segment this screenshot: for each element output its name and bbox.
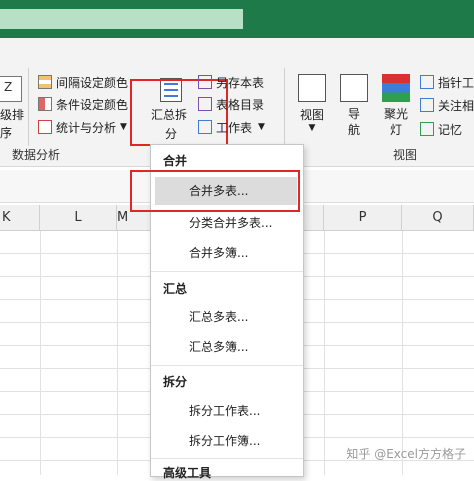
memory-button[interactable]: 记忆: [420, 119, 462, 139]
menu-separator: [151, 365, 303, 366]
worksheet-label: 工作表: [216, 120, 253, 135]
navigate-label: 导航: [347, 107, 360, 137]
chevron-down-icon: ▼: [308, 123, 316, 133]
column-header-k[interactable]: K: [0, 205, 40, 231]
sort-icon-letter: Z: [4, 80, 13, 94]
condition-color-label: 条件设定颜色: [56, 97, 129, 112]
sheet-index-icon: [198, 97, 212, 111]
column-header-l[interactable]: L: [40, 205, 117, 231]
sort-icon: Z: [0, 76, 22, 102]
title-search-box[interactable]: [0, 9, 243, 29]
column-header-q[interactable]: Q: [402, 205, 474, 231]
column-header-p[interactable]: P: [324, 205, 402, 231]
chevron-down-icon: ▼: [120, 122, 127, 132]
ribbon-separator: [284, 68, 285, 146]
menu-header-summary: 汇总: [163, 282, 188, 296]
stats-icon: [38, 120, 52, 134]
watermark: 知乎 @Excel方方格子: [346, 447, 466, 461]
focus-button[interactable]: 关注相: [420, 95, 474, 115]
split-sheet-item[interactable]: 拆分工作表...: [151, 397, 303, 425]
stats-analysis-label: 统计与分析: [56, 120, 117, 135]
data-analysis-group-label: 数据分析: [12, 148, 61, 162]
condition-color-icon: [38, 97, 52, 111]
summary-workbooks-item[interactable]: 汇总多簿...: [151, 333, 303, 361]
pointer-tool-label: 指针工: [438, 75, 474, 90]
ribbon-separator: [28, 68, 29, 146]
chevron-down-icon: ▼: [258, 122, 265, 132]
view-group-label: 视图: [393, 148, 418, 162]
interval-color-label: 间隔设定颜色: [56, 75, 129, 90]
category-merge-item[interactable]: 分类合并多表...: [151, 209, 303, 237]
condition-color-button[interactable]: 条件设定颜色: [38, 94, 128, 114]
focus-label: 关注相: [438, 98, 474, 113]
column-header-n[interactable]: [302, 205, 324, 231]
grid-line: [324, 231, 325, 475]
spotlight-button[interactable]: 聚光灯: [380, 74, 412, 138]
worksheet-button[interactable]: 工作表 ▼: [198, 117, 265, 137]
memory-label: 记忆: [438, 122, 463, 137]
split-workbook-item[interactable]: 拆分工作簿...: [151, 427, 303, 455]
save-sheet-icon: [198, 75, 212, 89]
navigate-button[interactable]: 导航: [338, 74, 370, 138]
menu-header-merge: 合并: [163, 154, 188, 168]
pointer-tool-button[interactable]: 指针工: [420, 72, 474, 92]
sort-label-2[interactable]: 序: [0, 124, 12, 141]
memory-icon: [420, 122, 434, 136]
menu-header-advanced: 高级工具: [163, 466, 212, 480]
menu-separator: [151, 458, 303, 459]
view-button[interactable]: 视图 ▼: [296, 74, 328, 133]
merge-sheets-highlight: [130, 170, 300, 212]
navigate-icon: [340, 74, 368, 102]
worksheet-icon: [198, 120, 212, 134]
save-sheet-button[interactable]: 另存本表: [198, 72, 264, 92]
sheet-index-label: 表格目录: [216, 97, 265, 112]
spotlight-icon: [382, 74, 410, 102]
view-label: 视图: [299, 108, 324, 122]
grid-line: [402, 231, 403, 475]
summary-sheets-item[interactable]: 汇总多表...: [151, 303, 303, 331]
spotlight-label: 聚光灯: [383, 107, 408, 137]
pointer-icon: [420, 75, 434, 89]
merge-workbooks-item[interactable]: 合并多簿...: [151, 239, 303, 267]
view-icon: [298, 74, 326, 102]
sort-label-1[interactable]: 级排: [0, 106, 24, 123]
focus-icon: [420, 98, 434, 112]
interval-color-button[interactable]: 间隔设定颜色: [38, 72, 128, 92]
grid-line: [117, 231, 118, 475]
menu-header-split: 拆分: [163, 375, 188, 389]
save-sheet-label: 另存本表: [216, 75, 265, 90]
menu-separator: [151, 271, 303, 272]
grid-line: [40, 231, 41, 475]
table-color-icon: [38, 75, 52, 89]
sheet-index-button[interactable]: 表格目录: [198, 94, 264, 114]
stats-analysis-button[interactable]: 统计与分析 ▼: [38, 117, 127, 137]
